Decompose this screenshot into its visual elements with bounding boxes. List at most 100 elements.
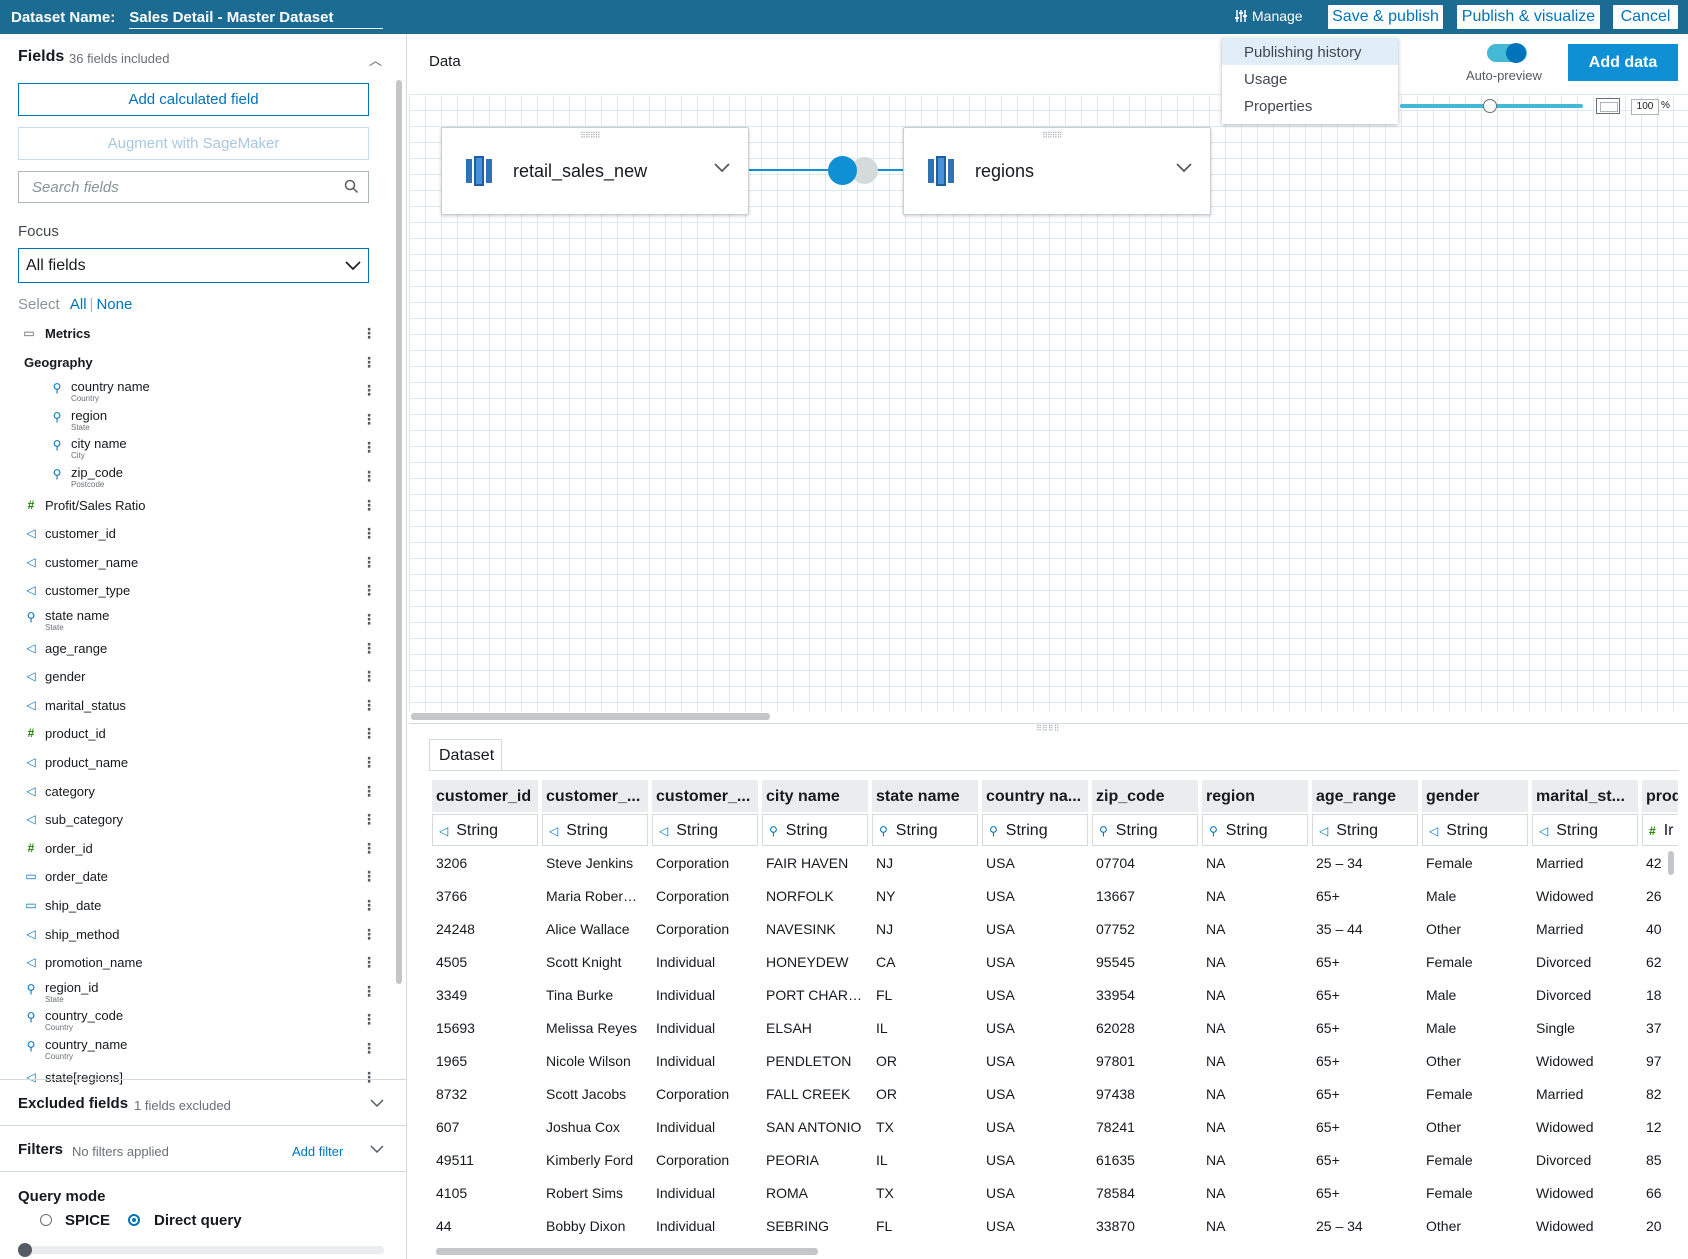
select-none-link[interactable]: None [96,296,132,313]
more-options-icon[interactable]: ⋮ [362,525,376,542]
field-row[interactable]: ⚲ country_name Country ⋮ [0,1035,392,1063]
field-row[interactable]: ◁ age_range ⋮ [0,635,392,663]
augment-sagemaker-button[interactable]: Augment with SageMaker [18,127,369,160]
search-fields-input[interactable]: Search fields [18,171,369,203]
save-publish-button[interactable]: Save & publish [1328,5,1443,29]
more-options-icon[interactable]: ⋮ [362,1040,376,1057]
field-row[interactable]: ◁ category ⋮ [0,778,392,806]
column-header[interactable]: region [1202,780,1308,812]
more-options-icon[interactable]: ⋮ [362,382,376,399]
drag-handle-icon[interactable]: ⠿⠿⠿⠿ [1042,131,1062,140]
more-options-icon[interactable]: ⋮ [362,554,376,571]
field-row[interactable]: # product_id ⋮ [0,720,392,748]
field-row[interactable]: ◁ marital_status ⋮ [0,692,392,720]
more-options-icon[interactable]: ⋮ [362,868,376,885]
more-options-icon[interactable]: ⋮ [362,1011,376,1028]
column-header[interactable]: customer_... [542,780,648,812]
field-row[interactable]: ◁ customer_type ⋮ [0,577,392,605]
column-header[interactable]: prod [1642,780,1678,812]
dataset-name-input[interactable]: Sales Detail - Master Dataset [129,5,384,29]
resize-handle-icon[interactable]: ⠿⠿⠿⠿ [1036,724,1059,733]
field-row[interactable]: ◁ customer_name ⋮ [0,549,392,577]
column-header[interactable]: country na... [982,780,1088,812]
add-data-button[interactable]: Add data [1568,44,1678,81]
column-header[interactable]: age_range [1312,780,1418,812]
data-node-retail-sales-new[interactable]: ⠿⠿⠿⠿ retail_sales_new [441,127,749,215]
field-row[interactable]: ⚲ country name Country ⋮ [0,377,392,405]
canvas-horizontal-scrollbar[interactable] [411,713,770,720]
direct-query-radio[interactable] [128,1214,140,1226]
column-type-selector[interactable]: ⚲ String [872,814,978,846]
column-type-selector[interactable]: ⚲ String [762,814,868,846]
column-type-selector[interactable]: ◁ String [432,814,538,846]
field-row[interactable]: ⚲ city name City ⋮ [0,434,392,462]
zoom-slider-handle[interactable] [1483,99,1497,113]
auto-preview-toggle[interactable] [1487,43,1527,63]
spice-radio[interactable] [40,1214,52,1226]
drag-handle-icon[interactable]: ⠿⠿⠿⠿ [580,131,600,140]
field-row[interactable]: ▭ order_date ⋮ [0,863,392,891]
table-horizontal-scrollbar[interactable] [436,1248,818,1255]
field-row[interactable]: # order_id ⋮ [0,835,392,863]
column-type-selector[interactable]: ◁ String [1422,814,1528,846]
column-type-selector[interactable]: ⚲ String [1092,814,1198,846]
column-header[interactable]: zip_code [1092,780,1198,812]
more-options-icon[interactable]: ⋮ [362,926,376,943]
more-options-icon[interactable]: ⋮ [362,325,376,342]
column-type-selector[interactable]: ◁ String [1312,814,1418,846]
cancel-button[interactable]: Cancel [1613,5,1678,29]
more-options-icon[interactable]: ⋮ [362,411,376,428]
field-row[interactable]: ◁ sub_category ⋮ [0,806,392,834]
field-row[interactable]: ⚲ state name State ⋮ [0,606,392,634]
column-type-selector[interactable]: ◁ String [542,814,648,846]
tab-dataset[interactable]: Dataset [429,739,502,770]
more-options-icon[interactable]: ⋮ [362,497,376,514]
fields-scrollbar[interactable] [396,80,402,984]
column-header[interactable]: state name [872,780,978,812]
field-row[interactable]: ◁ promotion_name ⋮ [0,949,392,977]
column-type-selector[interactable]: # Ir [1642,814,1678,846]
more-options-icon[interactable]: ⋮ [362,811,376,828]
more-options-icon[interactable]: ⋮ [362,468,376,485]
column-type-selector[interactable]: ⚲ String [982,814,1088,846]
field-row[interactable]: ▭ Metrics ⋮ [0,320,392,348]
chevron-down-icon[interactable] [1176,161,1192,173]
more-options-icon[interactable]: ⋮ [362,983,376,1000]
column-header[interactable]: city name [762,780,868,812]
column-type-selector[interactable]: ◁ String [652,814,758,846]
more-options-icon[interactable]: ⋮ [362,640,376,657]
more-options-icon[interactable]: ⋮ [362,725,376,742]
more-options-icon[interactable]: ⋮ [362,611,376,628]
more-options-icon[interactable]: ⋮ [362,354,376,371]
more-options-icon[interactable]: ⋮ [362,668,376,685]
column-type-selector[interactable]: ◁ String [1532,814,1638,846]
zoom-input[interactable]: 100 [1631,99,1659,115]
more-options-icon[interactable]: ⋮ [362,582,376,599]
more-options-icon[interactable]: ⋮ [362,897,376,914]
field-row[interactable]: ⚲ zip_code Postcode ⋮ [0,463,392,491]
column-header[interactable]: marital_st... [1532,780,1638,812]
column-header[interactable]: customer_id [432,780,538,812]
column-type-selector[interactable]: ⚲ String [1202,814,1308,846]
chevron-down-icon[interactable] [370,1144,384,1154]
add-filter-link[interactable]: Add filter [292,1144,343,1159]
column-header[interactable]: customer_... [652,780,758,812]
field-row[interactable]: ⚲ region_id State ⋮ [0,978,392,1006]
more-options-icon[interactable]: ⋮ [362,840,376,857]
field-row[interactable]: ◁ product_name ⋮ [0,749,392,777]
field-row[interactable]: ⚲ country_code Country ⋮ [0,1006,392,1034]
field-row[interactable]: # Profit/Sales Ratio ⋮ [0,492,392,520]
more-options-icon[interactable]: ⋮ [362,783,376,800]
more-options-icon[interactable]: ⋮ [362,439,376,456]
menu-item-properties[interactable]: Properties [1222,92,1398,119]
add-calculated-field-button[interactable]: Add calculated field [18,83,369,116]
publish-visualize-button[interactable]: Publish & visualize [1457,5,1600,29]
fit-to-screen-icon[interactable] [1596,98,1620,114]
field-row[interactable]: ▭ ship_date ⋮ [0,892,392,920]
field-row[interactable]: ◁ gender ⋮ [0,663,392,691]
more-options-icon[interactable]: ⋮ [362,697,376,714]
data-node-regions[interactable]: ⠿⠿⠿⠿ regions [903,127,1211,215]
menu-item-publishing-history[interactable]: Publishing history [1222,38,1398,65]
join-icon-left[interactable] [828,156,857,185]
field-row[interactable]: ◁ customer_id ⋮ [0,520,392,548]
